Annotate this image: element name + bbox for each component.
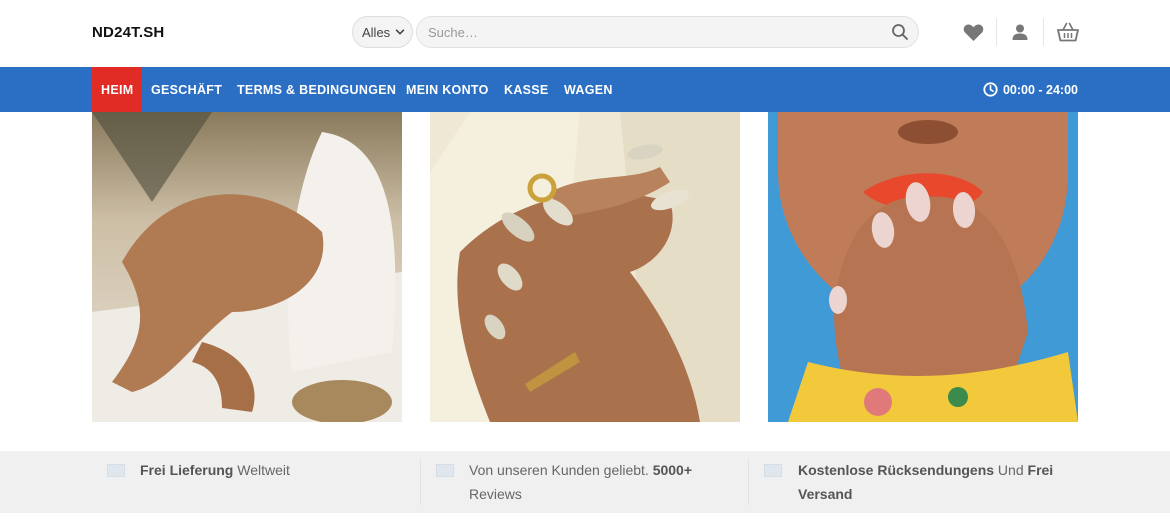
feature-returns-strong: Kostenlose Rücksendungens: [798, 462, 995, 478]
site-header: ND24T.SH Alles: [0, 0, 1170, 67]
site-logo[interactable]: ND24T.SH: [92, 24, 164, 41]
search-icon[interactable]: [891, 23, 909, 41]
returns-icon: [764, 464, 782, 477]
product-image-beach-legs[interactable]: [92, 112, 402, 422]
feature-free-returns: Kostenlose Rücksendungens Und Frei Versa…: [798, 458, 1098, 506]
nav-item-wagen[interactable]: WAGEN: [564, 67, 613, 112]
user-icon: [1012, 24, 1028, 40]
feature-free-delivery: Frei Lieferung Weltweit: [140, 458, 440, 482]
feature-divider: [420, 459, 421, 505]
nav-item-heim[interactable]: HEIM: [92, 67, 143, 112]
nav-item-terms[interactable]: TERMS & BEDINGUNGEN: [237, 67, 396, 112]
nav-item-mein-konto[interactable]: MEIN KONTO: [406, 67, 489, 112]
header-divider: [996, 18, 997, 46]
wishlist-button[interactable]: [962, 21, 984, 43]
category-select[interactable]: Alles: [352, 16, 413, 48]
account-button[interactable]: [1009, 21, 1031, 43]
feature-returns-line2: Versand: [798, 486, 853, 502]
feature-free-delivery-text: Weltweit: [233, 462, 290, 478]
nav-item-kasse[interactable]: KASSE: [504, 67, 549, 112]
product-image-red-lips[interactable]: [768, 112, 1078, 422]
basket-icon: [1057, 22, 1079, 42]
product-image-nail-hands[interactable]: [430, 112, 740, 422]
opening-hours-text: 00:00 - 24:00: [1002, 82, 1078, 97]
feature-reviews-text: Von unseren Kunden geliebt.: [469, 462, 653, 478]
search-input[interactable]: [428, 24, 868, 40]
chevron-down-icon: [395, 29, 405, 35]
search-box: [416, 16, 919, 48]
feature-returns-text: Und: [994, 462, 1028, 478]
opening-hours: 00:00 - 24:00: [983, 67, 1078, 112]
header-divider: [1043, 18, 1044, 46]
heart-icon: [963, 23, 983, 41]
nav-item-geschaeft[interactable]: GESCHÄFT: [151, 67, 222, 112]
feature-reviews-line2: Reviews: [469, 486, 522, 502]
clock-icon: [983, 82, 998, 97]
features-bar: Frei Lieferung Weltweit Von unseren Kund…: [0, 451, 1170, 513]
reviews-icon: [436, 464, 454, 477]
feature-returns-strong2: Frei: [1027, 462, 1054, 478]
shipping-icon: [107, 464, 125, 477]
feature-reviews: Von unseren Kunden geliebt. 5000+ Review…: [469, 458, 769, 506]
feature-divider: [748, 459, 749, 505]
feature-reviews-strong: 5000+: [652, 462, 693, 478]
main-navigation: HEIM GESCHÄFT TERMS & BEDINGUNGEN MEIN K…: [0, 67, 1170, 112]
category-select-value: Alles: [362, 24, 391, 40]
cart-button[interactable]: [1057, 21, 1079, 43]
feature-free-delivery-strong: Frei Lieferung: [140, 462, 234, 478]
